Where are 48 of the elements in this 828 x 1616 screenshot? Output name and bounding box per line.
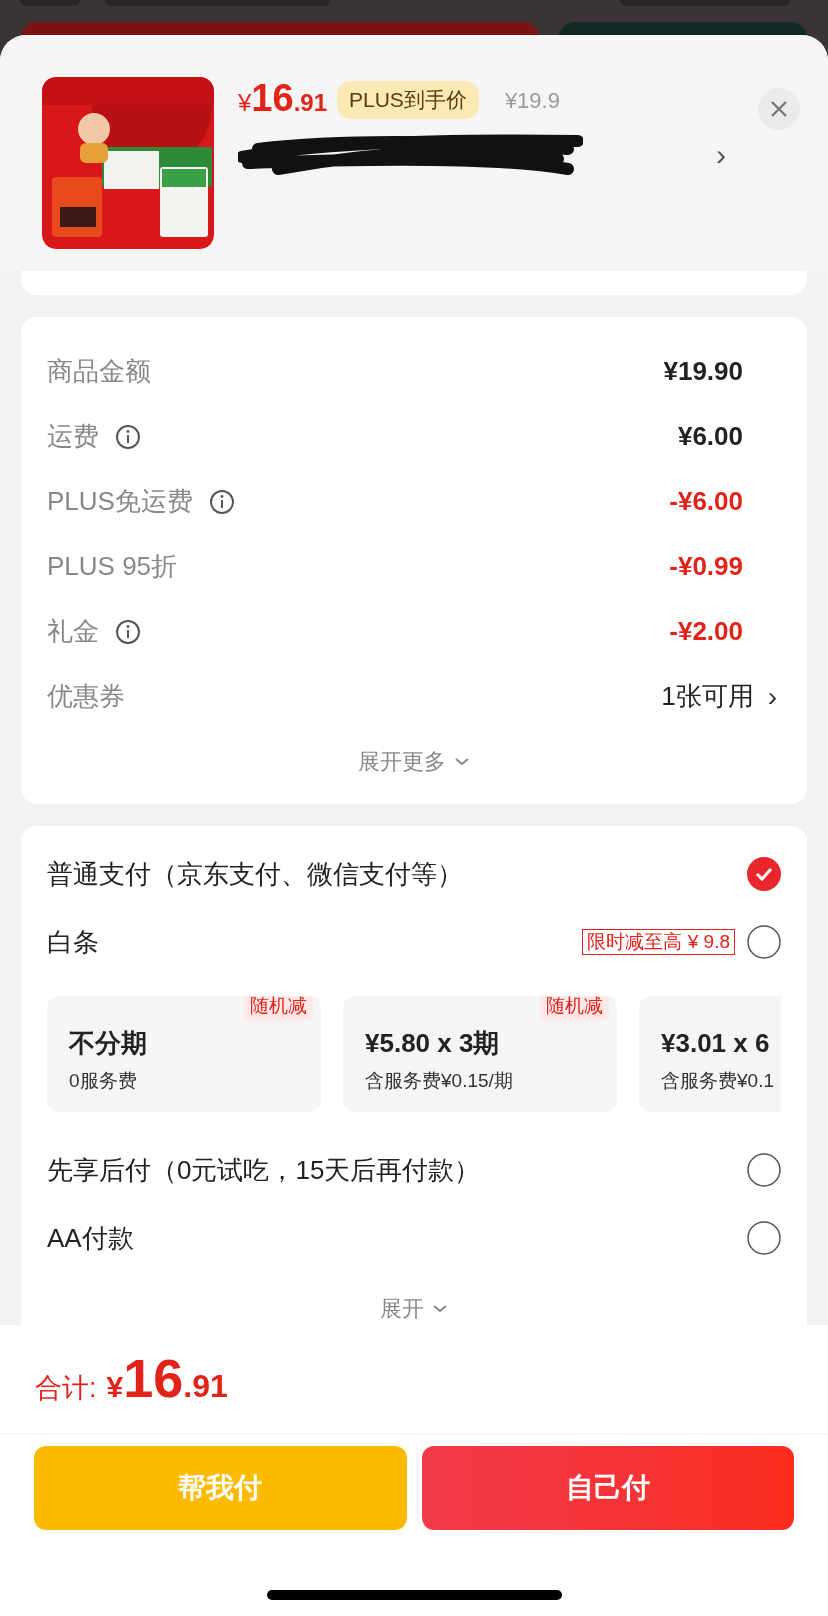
fee-value: -¥6.00 [669,485,743,518]
info-icon[interactable] [208,488,235,515]
payment-option-label[interactable]: 先享后付（0元试吃，15天后再付款） [47,1150,481,1190]
installment-card[interactable]: ¥3.01 x 6 含服务费¥0.1 [639,996,781,1112]
fee-label: 运费 [47,420,99,453]
original-price: ¥19.9 [504,86,560,115]
installment-title: 不分期 [69,1027,148,1060]
fee-label: 礼金 [47,615,99,648]
fee-label: PLUS 95折 [47,550,178,583]
expand-link[interactable]: 展开 [380,1292,448,1325]
installment-title: ¥3.01 x 6 [661,1027,771,1060]
fee-value: ¥6.00 [677,420,743,453]
expand-more-link[interactable]: 展开更多 [358,745,470,778]
plus-price-badge: PLUS到手价 [337,81,479,119]
info-icon[interactable] [115,423,141,450]
chevron-down-icon [454,756,470,767]
installment-card[interactable]: ¥5.80 x 3期 含服务费¥0.15/期 随机减 [343,996,617,1112]
total-amount: 合计: ¥16.91 [0,1325,828,1435]
radio-checked[interactable] [747,857,781,891]
payment-option-label[interactable]: 普通支付（京东支付、微信支付等） [47,854,463,894]
fee-value: -¥2.00 [669,615,743,648]
installment-card[interactable]: 不分期 0服务费 随机减 [47,996,321,1112]
chevron-icon[interactable]: › [767,675,777,718]
radio-unchecked[interactable] [747,925,781,959]
pay-myself-button[interactable]: 自己付 [421,1446,794,1530]
close-button[interactable] [758,88,800,130]
fee-label: 优惠券 [47,680,125,713]
info-icon[interactable] [115,618,141,645]
price-text: ¥16.91 [238,79,327,121]
fee-value: -¥0.99 [669,550,743,583]
fee-label: 商品金额 [47,355,151,388]
promo-tag: 限时减至高 ¥ 9.8 [582,929,735,955]
close-icon [770,100,788,118]
fee-label: PLUS免运费 [47,485,193,518]
fee-value: ¥19.90 [663,355,743,388]
random-discount-tag: 随机减 [540,996,609,1021]
installment-fee: 含服务费¥0.15/期 [365,1069,514,1093]
payment-option-label[interactable]: AA付款 [47,1218,134,1258]
fee-value[interactable]: 1张可用 [661,677,754,716]
payment-option-label[interactable]: 白条 [47,922,99,962]
installment-title: ¥5.80 x 3期 [365,1027,501,1060]
chevron-icon[interactable]: › [716,131,726,177]
installment-fee: 含服务费¥0.1 [661,1069,775,1093]
chevron-down-icon [432,1303,448,1314]
random-discount-tag: 随机减 [244,996,313,1021]
radio-unchecked[interactable] [747,1153,781,1187]
installment-fee: 0服务费 [69,1069,138,1093]
radio-unchecked[interactable] [747,1221,781,1255]
